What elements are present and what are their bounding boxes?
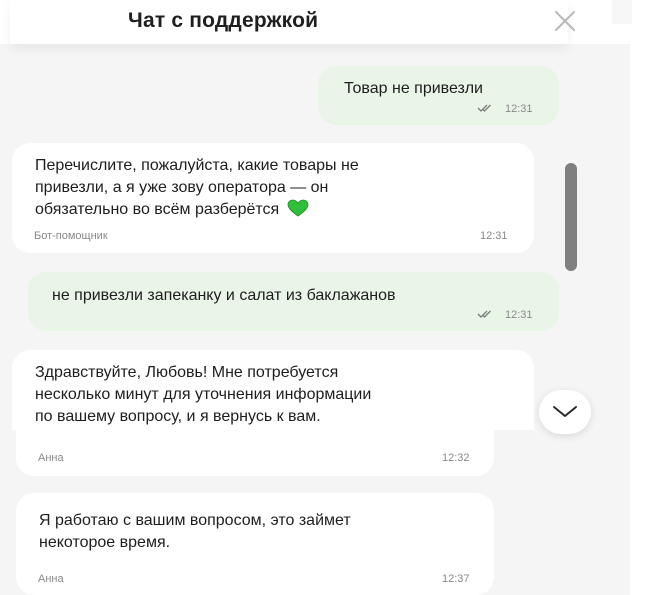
message-time: 12:31	[505, 309, 533, 321]
scrollbar-thumb[interactable]	[565, 163, 577, 271]
chat-header: Чат с поддержкой	[10, 0, 575, 44]
read-checkmarks-icon	[477, 310, 491, 318]
message-line: несколько минут для уточнения информации	[35, 386, 372, 403]
close-button[interactable]	[550, 6, 580, 36]
message-line: по вашему вопросу, и я вернусь к вам.	[35, 408, 321, 425]
outgoing-message: не привезли запеканку и салат из баклажа…	[28, 272, 559, 331]
message-line: обязательно во всём разберётся	[35, 201, 280, 218]
chat-messages-area-continued[interactable]: Анна 12:32 Я работаю с вашим вопросом, э…	[0, 430, 630, 595]
green-heart-icon	[287, 199, 309, 217]
message-line: некоторое время.	[39, 534, 171, 551]
message-author: Бот-помощник	[34, 230, 108, 242]
incoming-message: Перечислите, пожалуйста, какие товары не…	[12, 143, 534, 253]
incoming-message: Здравствуйте, Любовь! Мне потребуется не…	[12, 350, 534, 430]
chat-title: Чат с поддержкой	[128, 9, 319, 32]
chevron-down-icon	[553, 406, 577, 417]
message-line: привезли, а я уже зову оператора — он	[35, 179, 329, 196]
outgoing-message: Товар не привезли 12:31	[318, 66, 559, 125]
chat-messages-area[interactable]: Товар не привезли 12:31 Перечислите, пож…	[0, 44, 630, 430]
message-author: Анна	[38, 573, 64, 585]
message-text: не привезли запеканку и салат из баклажа…	[52, 287, 396, 304]
message-time: 12:37	[442, 573, 470, 585]
message-time: 12:31	[480, 230, 508, 242]
message-time: 12:31	[505, 103, 533, 115]
scroll-down-button[interactable]	[539, 390, 591, 434]
close-icon	[555, 11, 575, 31]
message-text: Товар не привезли	[344, 80, 483, 97]
message-author: Анна	[38, 452, 64, 464]
read-checkmarks-icon	[477, 104, 491, 112]
message-line: Перечислите, пожалуйста, какие товары не	[35, 157, 359, 174]
message-time: 12:32	[442, 452, 470, 464]
message-line: Я работаю с вашим вопросом, это займет	[39, 512, 351, 529]
background-panel	[612, 0, 632, 24]
message-line: Здравствуйте, Любовь! Мне потребуется	[35, 364, 339, 381]
incoming-message-footer: Анна 12:32	[16, 430, 494, 476]
incoming-message: Я работаю с вашим вопросом, это займет н…	[16, 493, 494, 595]
